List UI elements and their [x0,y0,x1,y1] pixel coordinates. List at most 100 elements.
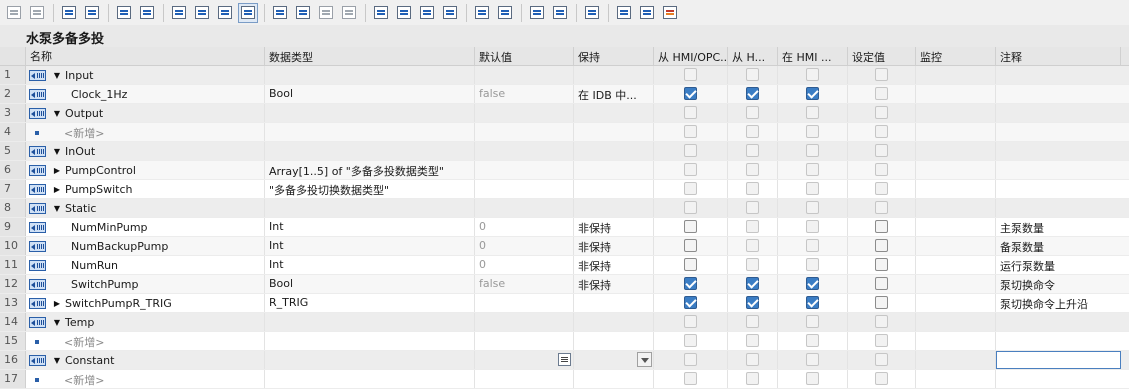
retain-cell[interactable] [574,294,654,312]
download-button[interactable] [82,3,102,23]
retain-cell[interactable] [574,142,654,160]
data-type-cell[interactable]: Bool [265,275,475,293]
writable-hmi-checkbox[interactable] [746,277,759,290]
name-cell[interactable]: ▶ SwitchPumpR_TRIG [26,294,265,312]
comment-cell[interactable] [996,313,1121,331]
collapse-triangle-icon[interactable]: ▼ [52,71,62,80]
default-value-cell[interactable] [475,142,574,160]
table-row[interactable]: 11 NumRun Int 0 非保持 运行泵数量 [0,256,1129,275]
collapse-button[interactable] [169,3,189,23]
add-row-button[interactable] [27,3,47,23]
retain-cell[interactable]: 非保持 [574,256,654,274]
expand-triangle-icon[interactable]: ▶ [52,299,62,308]
retain-cell[interactable] [574,104,654,122]
expand-button[interactable] [59,3,79,23]
name-cell[interactable]: ▼ Input [26,66,265,84]
name-cell[interactable]: <新增> [26,123,265,141]
name-cell[interactable]: ▼ InOut [26,142,265,160]
data-type-cell[interactable] [265,104,475,122]
data-type-cell[interactable]: R_TRIG [265,294,475,312]
retain-cell[interactable] [574,180,654,198]
table-row[interactable]: 15 <新增> [0,332,1129,351]
header-accessible-hmi-opc[interactable]: 从 HMI/OPC... [654,47,728,65]
retain-cell[interactable] [574,161,654,179]
table-row[interactable]: 13 ▶ SwitchPumpR_TRIG R_TRIG 泵切换命令上升沿 [0,294,1129,313]
setpoint-checkbox[interactable] [875,277,888,290]
data-type-cell[interactable] [265,199,475,217]
table-row[interactable]: 5 ▼ InOut [0,142,1129,161]
outdent-button[interactable] [417,3,437,23]
name-cell[interactable]: <新增> [26,370,265,388]
data-type-cell[interactable]: Bool [265,85,475,103]
arrow-left-button[interactable] [371,3,391,23]
default-value-cell[interactable] [475,161,574,179]
comment-cell[interactable] [996,161,1121,179]
network-button[interactable] [316,3,336,23]
data-type-cell[interactable] [265,332,475,350]
visible-hmi-checkbox[interactable] [806,87,819,100]
name-cell[interactable]: ▶ PumpSwitch [26,180,265,198]
comment-cell[interactable] [996,104,1121,122]
table-row[interactable]: 7 ▶ PumpSwitch "多备多投切换数据类型" [0,180,1129,199]
lock-button[interactable] [582,3,602,23]
retain-cell[interactable] [574,66,654,84]
table-row[interactable]: 6 ▶ PumpControl Array[1..5] of "多备多投数据类型" [0,161,1129,180]
retain-cell[interactable] [574,351,654,369]
table-row[interactable]: 17 <新增> [0,370,1129,389]
retain-cell[interactable]: 非保持 [574,218,654,236]
insert-row-button[interactable] [4,3,24,23]
accessible-hmi-opc-checkbox[interactable] [684,296,697,309]
writable-hmi-checkbox[interactable] [746,87,759,100]
play-button[interactable] [614,3,634,23]
expand-triangle-icon[interactable]: ▶ [52,185,62,194]
default-value-cell[interactable] [475,104,574,122]
insert-var-button[interactable] [270,3,290,23]
header-default-value[interactable]: 默认值 [475,47,574,65]
table-row[interactable]: 10 NumBackupPump Int 0 非保持 备泵数量 [0,237,1129,256]
undo-button[interactable] [527,3,547,23]
table-row[interactable]: 9 NumMinPump Int 0 非保持 主泵数量 [0,218,1129,237]
default-value-cell[interactable] [475,351,574,369]
data-type-cell[interactable] [265,123,475,141]
writable-hmi-checkbox[interactable] [746,296,759,309]
comment-cell[interactable] [996,85,1121,103]
comment-cell[interactable]: 主泵数量 [996,218,1121,236]
default-value-cell[interactable]: 0 [475,237,574,255]
default-value-cell[interactable]: false [475,85,574,103]
data-type-cell[interactable]: Array[1..5] of "多备多投数据类型" [265,161,475,179]
data-type-cell[interactable]: "多备多投切换数据类型" [265,180,475,198]
data-type-cell[interactable] [265,351,475,369]
setpoint-checkbox[interactable] [875,258,888,271]
comment-cell[interactable] [996,66,1121,84]
retain-cell[interactable] [574,313,654,331]
retain-cell[interactable] [574,199,654,217]
retain-cell[interactable]: 非保持 [574,275,654,293]
stop-button[interactable] [660,3,680,23]
compare-button[interactable] [114,3,134,23]
redo-button[interactable] [550,3,570,23]
indent-button[interactable] [394,3,414,23]
data-type-cell[interactable]: Int [265,256,475,274]
collapse-triangle-icon[interactable]: ▼ [52,204,62,213]
data-type-cell[interactable] [265,66,475,84]
visible-hmi-checkbox[interactable] [806,296,819,309]
accessible-hmi-opc-checkbox[interactable] [684,277,697,290]
header-visible-hmi[interactable]: 在 HMI ... [778,47,848,65]
header-data-type[interactable]: 数据类型 [265,47,475,65]
table-row[interactable]: 8 ▼ Static [0,199,1129,218]
name-cell[interactable]: ▼ Output [26,104,265,122]
default-value-cell[interactable]: false [475,275,574,293]
comment-cell[interactable]: 泵切换命令上升沿 [996,294,1121,312]
play-alt-button[interactable] [637,3,657,23]
name-cell[interactable]: ▼ Static [26,199,265,217]
accessible-hmi-opc-checkbox[interactable] [684,258,697,271]
collapse-triangle-icon[interactable]: ▼ [52,109,62,118]
comment-cell[interactable] [996,351,1121,369]
accessible-hmi-opc-checkbox[interactable] [684,239,697,252]
comment-cell[interactable] [996,180,1121,198]
name-cell[interactable]: ▼ Constant [26,351,265,369]
default-value-cell[interactable] [475,294,574,312]
filter-button[interactable] [495,3,515,23]
data-type-cell[interactable] [265,142,475,160]
visible-hmi-checkbox[interactable] [806,277,819,290]
